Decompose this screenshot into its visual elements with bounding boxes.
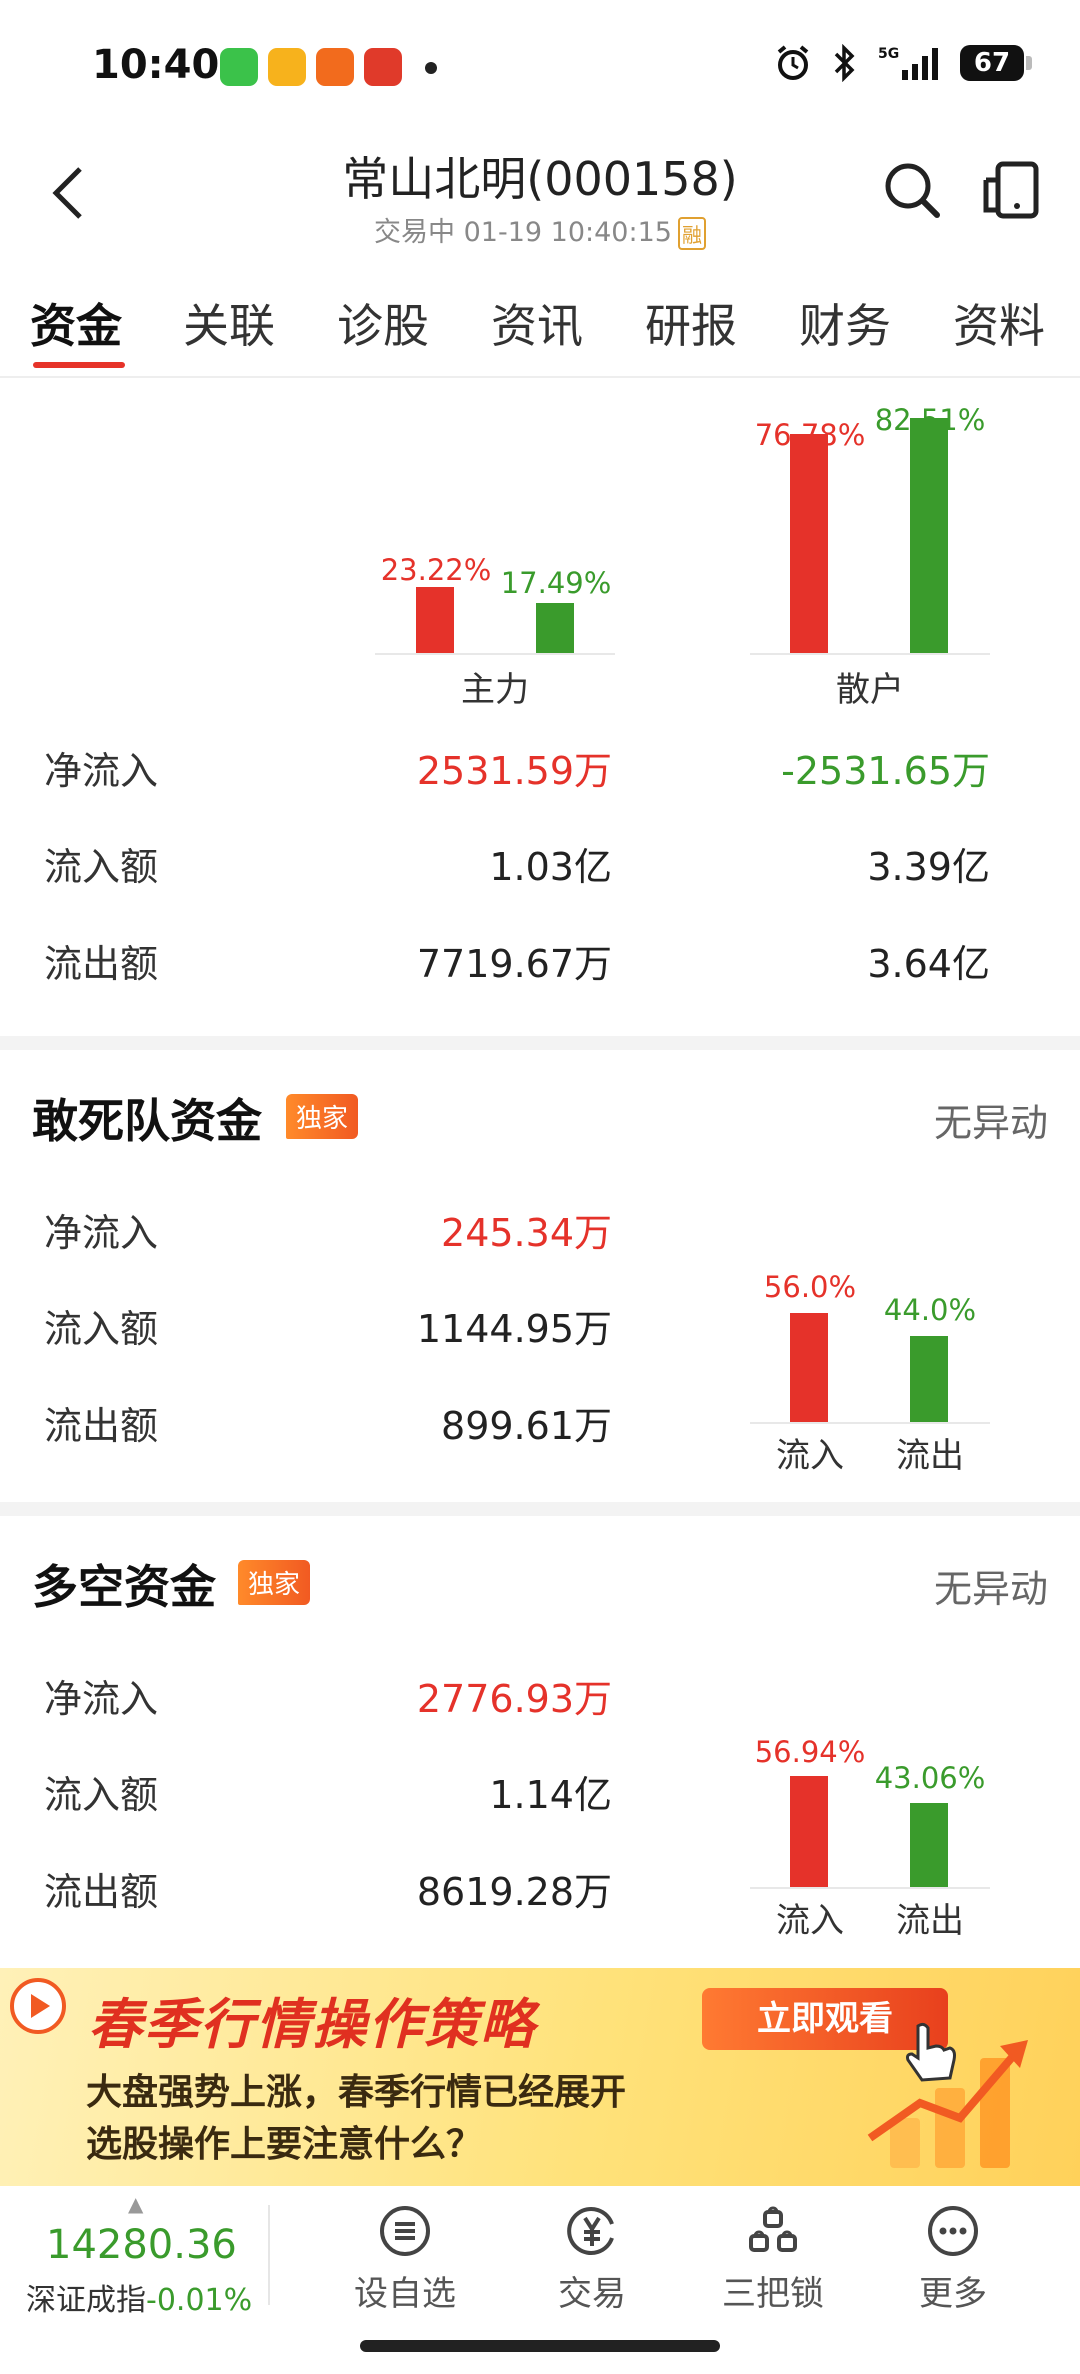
nav-add-watchlist[interactable]: 设自选 — [340, 2204, 470, 2315]
main-outflow: 7719.67万 — [416, 942, 612, 986]
nav-trade[interactable]: 交易 — [527, 2204, 657, 2315]
retail-outflow: 3.64亿 — [867, 942, 990, 986]
exclusive-badge: 独家 — [238, 1560, 311, 1605]
tab-research[interactable]: 研报 — [614, 290, 768, 380]
list-circle-icon — [380, 2206, 430, 2256]
phone-rotate-icon — [983, 161, 1039, 219]
ls-inflow: 1.14亿 — [489, 1773, 612, 1817]
notification-dot-icon — [425, 62, 437, 74]
ls-outflow-label: 流出额 — [44, 1870, 159, 1914]
tab-news[interactable]: 资讯 — [460, 290, 614, 380]
ad-line-1: 大盘强势上涨，春季行情已经展开 — [86, 2072, 627, 2113]
tab-divider — [0, 376, 1080, 378]
battery-icon: 67 — [960, 45, 1032, 81]
index-change: -0.01% — [146, 2283, 253, 2318]
long-short-status[interactable]: 无异动 — [934, 1558, 1048, 1613]
ls-net-inflow: 2776.93万 — [416, 1677, 612, 1721]
retail-net-inflow: -2531.65万 — [781, 749, 990, 793]
nav-three-locks-label: 三把锁 — [722, 2274, 824, 2314]
alarm-icon — [777, 45, 809, 80]
tab-related[interactable]: 关联 — [152, 290, 306, 380]
dare-net-inflow: 245.34万 — [441, 1211, 612, 1255]
ls-outflow: 8619.28万 — [416, 1870, 612, 1914]
section-separator — [0, 1502, 1080, 1516]
main-outflow-pct: 17.49% — [500, 566, 612, 600]
margin-badge: 融 — [677, 217, 706, 250]
main-outflow-bar — [536, 603, 574, 653]
dare-inflow-label: 流入额 — [44, 1307, 159, 1351]
retail-baseline — [750, 653, 990, 655]
index-name-text: 深证成指 — [26, 2283, 146, 2318]
wechat-icon — [220, 48, 258, 86]
retail-inflow: 3.39亿 — [867, 845, 990, 889]
status-time: 10:40 — [92, 42, 220, 88]
nav-three-locks[interactable]: 三把锁 — [708, 2204, 838, 2315]
retail-outflow-bar — [910, 418, 948, 653]
dare-inflow: 1144.95万 — [416, 1307, 612, 1351]
tab-diagnosis[interactable]: 诊股 — [306, 290, 460, 380]
dare-net-inflow-label: 净流入 — [44, 1211, 159, 1255]
ad-line-2: 选股操作上要注意什么？ — [86, 2124, 483, 2165]
nav-more[interactable]: 更多 — [888, 2204, 1018, 2315]
retail-label: 散户 — [836, 670, 904, 710]
festival-app-icon — [364, 48, 402, 86]
main-inflow-bar — [416, 587, 454, 653]
play-icon — [10, 1978, 66, 2034]
more-circle-icon — [928, 2206, 978, 2256]
dare-inflow-bar — [790, 1313, 828, 1423]
search-icon — [885, 163, 940, 218]
nav-more-label: 更多 — [919, 2274, 987, 2314]
ls-outflow-label-chart: 流出 — [896, 1901, 964, 1941]
hand-cursor-icon — [906, 2022, 956, 2082]
dare-squad-title: 敢死队资金 — [32, 1094, 262, 1148]
net-inflow-label: 净流入 — [44, 749, 159, 793]
retail-inflow-bar — [790, 434, 828, 653]
signal-5g-icon: 5G — [878, 46, 938, 80]
bluetooth-icon — [834, 44, 855, 82]
ad-title: 春季行情操作策略 — [88, 1993, 536, 2056]
dare-outflow-pct: 44.0% — [883, 1293, 977, 1327]
main-net-inflow: 2531.59万 — [416, 749, 612, 793]
ls-inflow-bar — [790, 1776, 828, 1888]
inflow-label: 流入额 — [44, 845, 159, 889]
switch-view-button[interactable] — [982, 158, 1042, 226]
main-baseline — [375, 653, 615, 655]
video-app-icon — [268, 48, 306, 86]
locks-icon — [749, 2206, 797, 2252]
trade-status-text: 交易中 01-19 10:40:15 — [374, 217, 672, 248]
ls-outflow-pct: 43.06% — [874, 1761, 986, 1795]
yen-circle-icon — [567, 2207, 614, 2255]
expand-arrow-icon[interactable]: ▲ — [128, 2192, 143, 2216]
tab-finance[interactable]: 财务 — [768, 290, 922, 380]
main-force-label: 主力 — [461, 670, 529, 710]
outflow-label: 流出额 — [44, 942, 159, 986]
index-value[interactable]: 14280.36 — [46, 2222, 237, 2268]
main-inflow: 1.03亿 — [489, 845, 612, 889]
long-short-title: 多空资金 — [32, 1560, 216, 1614]
dare-outflow-label: 流出额 — [44, 1404, 159, 1448]
wallet-app-icon — [316, 48, 354, 86]
ls-outflow-bar — [910, 1803, 948, 1888]
search-button[interactable] — [880, 158, 944, 226]
ls-baseline — [750, 1887, 990, 1889]
dare-baseline — [750, 1422, 990, 1424]
svg-text:5G: 5G — [878, 46, 899, 62]
nav-trade-label: 交易 — [558, 2274, 626, 2314]
section-separator — [0, 1036, 1080, 1050]
tab-capital[interactable]: 资金 — [0, 290, 152, 380]
dare-outflow: 899.61万 — [441, 1404, 612, 1448]
exclusive-badge: 独家 — [286, 1094, 359, 1139]
ls-net-inflow-label: 净流入 — [44, 1677, 159, 1721]
ls-inflow-label: 流入额 — [44, 1773, 159, 1817]
tab-bar: 资金 关联 诊股 资讯 研报 财务 资料 — [0, 290, 1080, 380]
home-indicator[interactable] — [360, 2340, 720, 2352]
index-name[interactable]: 深证成指-0.01% — [26, 2275, 252, 2319]
dare-outflow-bar — [910, 1336, 948, 1423]
dare-outflow-label-chart: 流出 — [896, 1436, 964, 1476]
dare-squad-status[interactable]: 无异动 — [934, 1092, 1048, 1147]
nav-add-watchlist-label: 设自选 — [354, 2274, 456, 2314]
tab-profile[interactable]: 资料 — [922, 290, 1076, 380]
nav-divider — [268, 2205, 270, 2305]
